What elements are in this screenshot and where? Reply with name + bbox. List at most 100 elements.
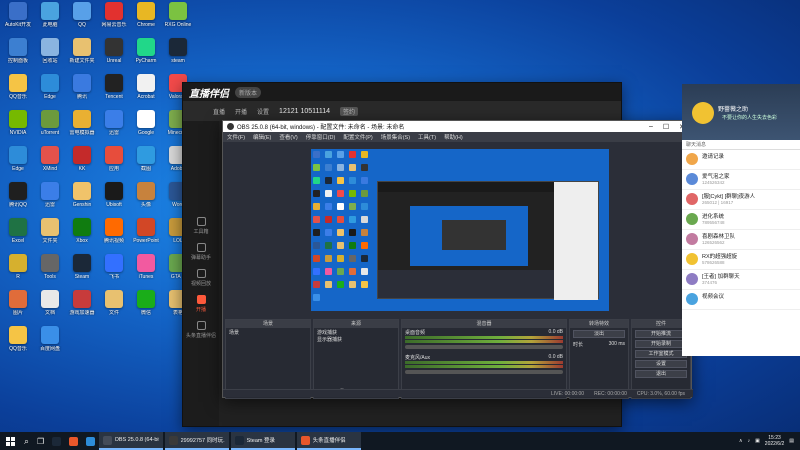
sidebar-item-active[interactable]: 开播 bbox=[183, 291, 219, 317]
sidebar-item-danmu[interactable]: 弹幕助手 bbox=[183, 239, 219, 265]
volume-slider[interactable] bbox=[405, 370, 563, 374]
chat-tab[interactable]: 聊天消息 bbox=[682, 140, 800, 150]
network-icon[interactable]: ▣ bbox=[755, 438, 760, 444]
sidebar-item-toolbox[interactable]: 工具箱 bbox=[183, 213, 219, 239]
steam-pin-icon[interactable] bbox=[48, 432, 65, 450]
desktop-shortcut[interactable]: Edge bbox=[34, 74, 66, 110]
desktop-shortcut[interactable]: 文件 bbox=[98, 290, 130, 326]
obs-window[interactable]: OBS 25.0.8 (64-bit, windows) - 配置文件: 未命名… bbox=[222, 120, 693, 399]
studio-mode-button[interactable]: 工作室模式 bbox=[635, 350, 687, 358]
desktop-shortcut[interactable]: KK bbox=[66, 146, 98, 182]
start-button[interactable] bbox=[0, 432, 20, 450]
desktop-shortcut[interactable]: 迅雷 bbox=[34, 182, 66, 218]
desktop-shortcut[interactable]: Google bbox=[130, 110, 162, 146]
chat-list-item[interactable]: [服]Cykt] [群聊]夜游人 265012 | 16917 bbox=[682, 190, 800, 210]
menu-file[interactable]: 文件(F) bbox=[227, 133, 245, 141]
desktop-shortcut[interactable]: 百度网盘 bbox=[34, 326, 66, 362]
desktop-shortcut[interactable]: AutoKit开发 bbox=[2, 2, 34, 38]
menu-profile[interactable]: 配置文件(P) bbox=[343, 133, 372, 141]
sidebar-item-bottom[interactable]: 头条直播伴侣 bbox=[183, 317, 219, 343]
desktop-shortcut[interactable]: NVIDIA bbox=[2, 110, 34, 146]
desktop-shortcut[interactable]: QQ音乐 bbox=[2, 326, 34, 362]
chat-list-item[interactable]: 视频会议 bbox=[682, 290, 800, 310]
desktop-shortcut[interactable]: 回收站 bbox=[34, 38, 66, 74]
desktop-shortcut[interactable]: RXG Online bbox=[162, 2, 194, 38]
desktop-shortcut[interactable]: Genshin bbox=[66, 182, 98, 218]
edge-pin-icon[interactable] bbox=[82, 432, 99, 450]
desktop-shortcut[interactable]: Edge bbox=[2, 146, 34, 182]
desktop-shortcut[interactable]: 应用 bbox=[98, 146, 130, 182]
menu-scene-collection[interactable]: 场景集合(S) bbox=[381, 133, 410, 141]
desktop-shortcut[interactable]: uTorrent bbox=[34, 110, 66, 146]
taskbar-app-button[interactable]: OBS 25.0.8 (64-bit) bbox=[99, 432, 164, 450]
duration-input[interactable]: 300 ms bbox=[609, 341, 625, 347]
desktop-shortcut[interactable]: R bbox=[2, 254, 34, 290]
desktop-shortcut[interactable]: QQ bbox=[66, 2, 98, 38]
desktop-shortcut[interactable]: PowerPoint bbox=[130, 218, 162, 254]
desktop-shortcut[interactable]: Tools bbox=[34, 254, 66, 290]
speaker-icon[interactable]: ♪ bbox=[748, 438, 751, 444]
desktop-shortcut[interactable]: Unreal bbox=[98, 38, 130, 74]
source-item[interactable]: 游戏捕获 bbox=[314, 328, 398, 336]
desktop-shortcut[interactable]: 雷电模拟器 bbox=[66, 110, 98, 146]
chat-list-item[interactable]: 进化系统 789556748 bbox=[682, 210, 800, 230]
desktop-shortcut[interactable]: Ubisoft bbox=[98, 182, 130, 218]
desktop-shortcut[interactable]: steam bbox=[162, 38, 194, 74]
desktop-shortcut[interactable]: Excel bbox=[2, 218, 34, 254]
desktop-shortcut[interactable]: Acrobat bbox=[130, 74, 162, 110]
start-streaming-button[interactable]: 开始推流 bbox=[635, 330, 687, 338]
search-icon[interactable]: ⌕ bbox=[20, 432, 33, 450]
tab-2[interactable]: 设置 bbox=[257, 107, 269, 116]
transition-select[interactable]: 淡出 bbox=[573, 330, 625, 338]
chat-panel[interactable]: 野蔷薇之助 不要让你的人生失去色彩 聊天消息 邀请记录 爱气泡之家 12452634… bbox=[682, 84, 800, 356]
exit-button[interactable]: 退出 bbox=[635, 370, 687, 378]
desktop-shortcut[interactable]: 网易云音乐 bbox=[98, 2, 130, 38]
taskbar-app-button[interactable]: 29992757 同时玩... bbox=[165, 432, 230, 450]
start-recording-button[interactable]: 开始录制 bbox=[635, 340, 687, 348]
version-badge[interactable]: 新版本 bbox=[235, 86, 262, 98]
scene-item[interactable]: 场景 bbox=[226, 328, 310, 336]
desktop-shortcut[interactable]: 文件夹 bbox=[34, 218, 66, 254]
desktop-shortcut[interactable]: 文档 bbox=[34, 290, 66, 326]
notification-icon[interactable]: ▤ bbox=[789, 438, 794, 444]
tab-1[interactable]: 开播 bbox=[235, 107, 247, 116]
menu-docks[interactable]: 停靠窗口(D) bbox=[306, 133, 336, 141]
menu-view[interactable]: 查看(V) bbox=[279, 133, 297, 141]
desktop-shortcut[interactable]: 微信 bbox=[130, 290, 162, 326]
maximize-icon[interactable]: ☐ bbox=[663, 123, 669, 131]
taskbar-app-button[interactable]: Steam 登录 bbox=[231, 432, 296, 450]
desktop-shortcut[interactable]: 腾讯 bbox=[66, 74, 98, 110]
desktop-shortcut[interactable]: 腾讯视频 bbox=[98, 218, 130, 254]
menu-tools[interactable]: 工具(T) bbox=[418, 133, 436, 141]
source-item[interactable]: 显示器捕获 bbox=[314, 335, 398, 343]
desktop-shortcut[interactable]: 迅雷 bbox=[98, 110, 130, 146]
task-view-icon[interactable]: ❐ bbox=[33, 432, 48, 450]
desktop-shortcut[interactable]: Chrome bbox=[130, 2, 162, 38]
chat-list-item[interactable]: 喜剧森林卫队 126526562 bbox=[682, 230, 800, 250]
sidebar-item-replay[interactable]: 视频回放 bbox=[183, 265, 219, 291]
desktop-shortcut[interactable]: PyCharm bbox=[130, 38, 162, 74]
desktop-shortcut[interactable]: 此电脑 bbox=[34, 2, 66, 38]
desktop-shortcut[interactable]: 腾讯QQ bbox=[2, 182, 34, 218]
chat-list-item[interactable]: 邀请记录 bbox=[682, 150, 800, 170]
menu-edit[interactable]: 编辑(E) bbox=[253, 133, 271, 141]
minimize-icon[interactable]: – bbox=[649, 123, 653, 131]
desktop-shortcut[interactable]: 新建文件夹 bbox=[66, 38, 98, 74]
desktop-shortcut[interactable]: XMind bbox=[34, 146, 66, 182]
taskbar-app-button[interactable]: 头条直播伴侣 bbox=[297, 432, 362, 450]
desktop-shortcut[interactable]: 控制面板 bbox=[2, 38, 34, 74]
avatar[interactable] bbox=[692, 102, 714, 124]
volume-slider[interactable] bbox=[405, 345, 563, 349]
clock[interactable]: 15:23 2022/6/2 bbox=[765, 435, 784, 447]
pinned-app-icon[interactable] bbox=[65, 432, 82, 450]
chevron-up-icon[interactable]: ∧ bbox=[739, 438, 743, 444]
obs-preview[interactable] bbox=[311, 149, 609, 311]
desktop-shortcut[interactable]: 头像 bbox=[130, 182, 162, 218]
chat-list-item[interactable]: 爱气泡之家 124526342 bbox=[682, 170, 800, 190]
settings-button[interactable]: 设置 bbox=[635, 360, 687, 368]
tab-0[interactable]: 直播 bbox=[213, 107, 225, 116]
desktop-shortcut[interactable]: iTunes bbox=[130, 254, 162, 290]
chat-list-item[interactable]: [王者] 加群聊天 374476 bbox=[682, 270, 800, 290]
desktop-shortcut[interactable]: 游戏加速器 bbox=[66, 290, 98, 326]
menu-help[interactable]: 帮助(H) bbox=[444, 133, 463, 141]
